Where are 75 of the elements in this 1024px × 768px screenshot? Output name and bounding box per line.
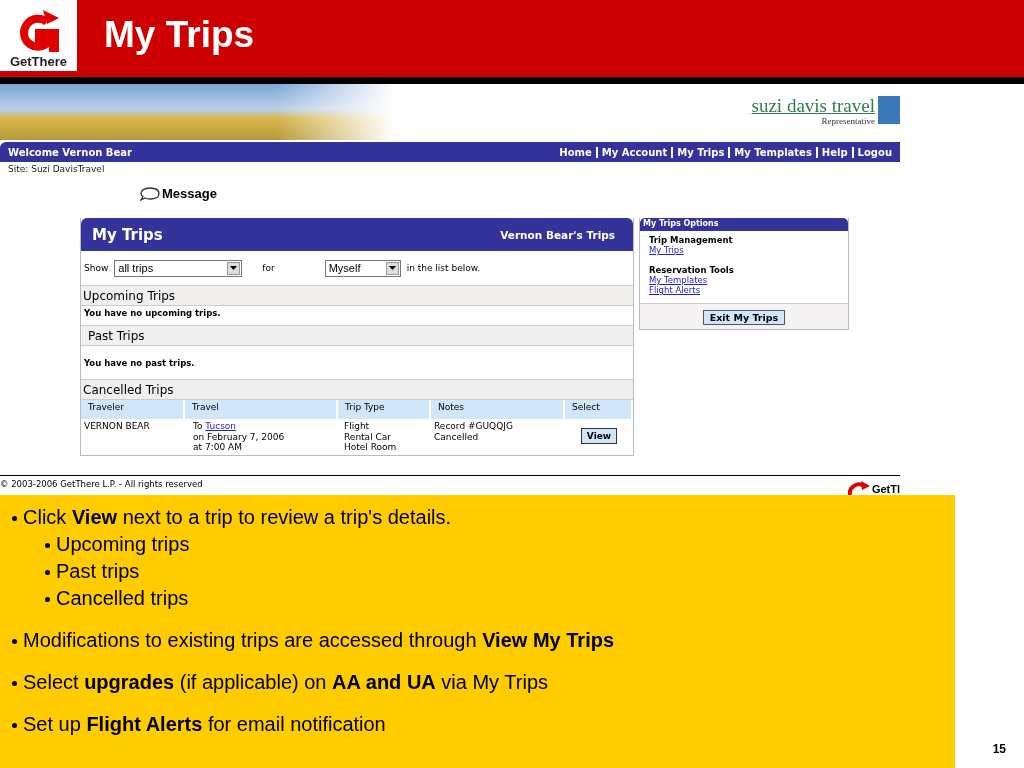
nav-separator: [815, 146, 818, 158]
brand-subtitle: Representative: [821, 116, 875, 126]
bullet-text: Select upgrades (if applicable) on AA and UA via My Trips: [23, 670, 548, 695]
empty-message: You have no past trips.: [84, 357, 195, 368]
bullet-text: Past trips: [56, 559, 140, 584]
bullet-icon: [45, 543, 50, 548]
hint-text: in the list below.: [406, 263, 481, 273]
column-header: Trip Type: [338, 400, 431, 419]
nav-separator: [728, 146, 731, 158]
table-cell-text: Rental Car: [344, 431, 392, 442]
bullet-icon: [12, 516, 17, 521]
site-label: Site: Suzi DavisTravel: [8, 164, 106, 174]
page-number: 15: [992, 742, 1006, 756]
caret-icon: [227, 261, 241, 275]
nav-link[interactable]: Logou: [857, 146, 892, 158]
bullet-icon: [45, 597, 50, 602]
nav-link[interactable]: My Templates: [734, 146, 812, 158]
view-button[interactable]: View: [580, 428, 618, 444]
column-header: Traveler: [81, 400, 185, 419]
nav-link[interactable]: Home: [559, 146, 592, 158]
bullet-icon: [12, 681, 17, 686]
destination-text: To Tucson: [193, 421, 238, 432]
bullet-text: Modifications to existing trips are accessed through View My Trips: [23, 628, 615, 653]
bullet-text: Cancelled trips: [56, 586, 189, 611]
table-cell-text: Flight: [344, 421, 371, 432]
show-label: Show: [84, 263, 109, 273]
options-link[interactable]: My Trips: [649, 245, 839, 255]
section-heading: Upcoming Trips: [81, 286, 633, 306]
options-heading: Reservation Tools: [649, 265, 735, 275]
empty-message: You have no upcoming trips.: [84, 308, 221, 318]
table-cell-text: at 7:00 AM: [193, 442, 243, 453]
copyright-text: © 2003-2006 GetThere L.P. - All rights reserved: [0, 478, 203, 491]
for-label: for: [262, 263, 275, 273]
section-heading: Past Trips: [81, 326, 633, 346]
section-heading: Cancelled Trips: [81, 380, 633, 400]
exit-button[interactable]: Exit My Trips: [702, 310, 786, 325]
card-logo: [878, 96, 900, 124]
nav-separator: [851, 146, 854, 158]
traveler-dropdown[interactable]: Myself: [324, 259, 401, 277]
nav-link[interactable]: My Account: [601, 146, 668, 158]
trip-filter-dropdown[interactable]: all trips: [114, 259, 243, 277]
column-header: Notes: [431, 400, 565, 419]
brand-name: suzi davis travel: [751, 96, 875, 116]
welcome-text: Welcome Vernon Bear: [8, 146, 132, 158]
footer-logo-text: GetTl: [871, 483, 900, 495]
arrow-logo-icon: [847, 481, 870, 495]
bullet-text: Upcoming trips: [56, 532, 190, 557]
slide-title: My Trips: [104, 14, 255, 57]
table-cell-text: Record #GUQQJG: [434, 421, 514, 432]
bullet-icon: [12, 639, 17, 644]
destination-link[interactable]: Tucson: [205, 421, 237, 431]
logo-text: GetThere: [9, 54, 68, 69]
column-header: Travel: [185, 400, 338, 419]
options-heading: Trip Management: [649, 235, 734, 245]
bullet-text: Set up Flight Alerts for email notification: [23, 712, 386, 737]
message-label: Message: [162, 186, 217, 201]
bullet-icon: [45, 570, 50, 575]
bullet-icon: [12, 723, 17, 728]
panel-title: My Trips: [92, 225, 163, 244]
column-header: Select: [565, 400, 633, 419]
speech-bubble-icon: [140, 186, 160, 201]
nav-link[interactable]: Help: [821, 146, 848, 158]
bullet-text: Click View next to a trip to review a trip's details.: [23, 505, 452, 530]
options-link[interactable]: Flight Alerts: [649, 285, 839, 295]
table-cell-text: Cancelled: [434, 431, 480, 442]
panel-owner: Vernon Bear's Trips: [500, 228, 615, 241]
nav-separator: [595, 146, 598, 158]
table-cell-text: Hotel Room: [344, 442, 398, 453]
options-title: My Trips Options: [640, 218, 848, 231]
table-cell-text: on February 7, 2006: [193, 431, 286, 442]
nav-separator: [671, 146, 674, 158]
options-link[interactable]: My Templates: [649, 275, 839, 285]
table-cell-text: VERNON BEAR: [84, 421, 151, 432]
caret-icon: [385, 261, 399, 275]
nav-link[interactable]: My Trips: [677, 146, 725, 158]
